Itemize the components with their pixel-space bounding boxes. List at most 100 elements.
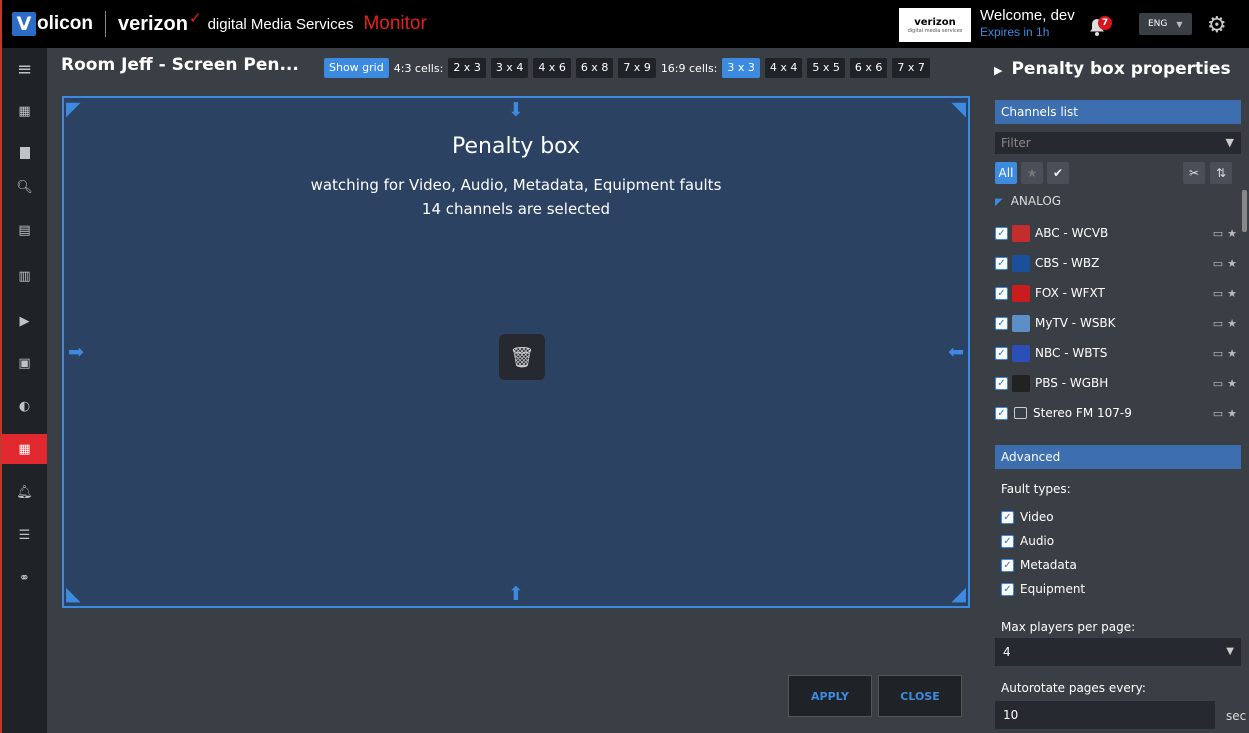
- voicemail-icon[interactable]: ⚭: [2, 563, 47, 593]
- cells-43-button[interactable]: 7 x 9: [618, 58, 656, 78]
- multiviewer-icon[interactable]: ▣: [2, 348, 47, 378]
- selected-check-icon[interactable]: ✔: [1047, 162, 1069, 184]
- fault-audio-checkbox[interactable]: ✓ Audio: [1001, 534, 1054, 548]
- apply-button[interactable]: APPLY: [788, 675, 872, 717]
- channel-row[interactable]: ✓ PBS - WGBH ▭ ★: [995, 371, 1241, 395]
- resize-right-icon[interactable]: ⬅: [948, 343, 964, 362]
- favorite-star-icon[interactable]: ★: [1227, 257, 1237, 270]
- fault-type-label: Audio: [1020, 534, 1055, 548]
- fault-metadata-checkbox[interactable]: ✓ Metadata: [1001, 558, 1077, 572]
- fault-equipment-checkbox[interactable]: ✓ Equipment: [1001, 582, 1085, 596]
- penalty-box-subtitle: watching for Video, Audio, Metadata, Equ…: [310, 176, 722, 194]
- panel-title-text: Penalty box properties: [1011, 59, 1231, 79]
- user-menu[interactable]: Welcome, dev Expires in 1h: [980, 8, 1075, 40]
- channel-list-scrollbar[interactable]: [1242, 190, 1247, 232]
- gradient-icon[interactable]: ▥: [2, 261, 47, 291]
- chevron-down-icon: ▼: [1176, 19, 1183, 29]
- film-icon[interactable]: ▦: [2, 96, 47, 126]
- channels-list-header[interactable]: Channels list: [995, 100, 1241, 124]
- resize-top-left-icon[interactable]: ◤: [66, 100, 81, 119]
- resize-bottom-left-icon[interactable]: ◣: [66, 585, 81, 604]
- menu-hamburger-icon[interactable]: ≡: [2, 54, 47, 84]
- verizon-brand: verizon: [117, 12, 188, 35]
- delete-trash-icon[interactable]: 🗑︎: [499, 334, 545, 380]
- checkbox-check-icon: ✓: [1001, 510, 1014, 524]
- channel-row[interactable]: ✓ Stereo FM 107-9 ▭ ★: [995, 401, 1241, 425]
- close-button[interactable]: CLOSE: [878, 675, 962, 717]
- channel-badge-icon: ▭: [1212, 286, 1224, 300]
- channel-logo-icon: [1012, 224, 1030, 242]
- language-select[interactable]: ENG ▼: [1139, 13, 1192, 35]
- filter-funnel-icon[interactable]: ▼: [1226, 132, 1234, 154]
- channel-checkbox[interactable]: ✓: [995, 376, 1008, 390]
- autorotate-input[interactable]: 10: [995, 701, 1215, 729]
- channel-row[interactable]: ✓ FOX - WFXT ▭ ★: [995, 281, 1241, 305]
- resize-top-icon[interactable]: ⬇: [508, 101, 524, 120]
- penalty-box-cell[interactable]: Penalty box watching for Video, Audio, M…: [62, 96, 970, 608]
- autorotate-value: 10: [1003, 708, 1019, 722]
- app-window: V olicon verizon ✓ digital Media Service…: [0, 0, 1249, 733]
- favorite-star-icon[interactable]: ★: [1227, 347, 1237, 360]
- fault-video-checkbox[interactable]: ✓ Video: [1001, 510, 1054, 524]
- cells-169-button[interactable]: 3 x 3: [722, 58, 760, 78]
- table-grid-icon[interactable]: ▤: [2, 215, 47, 245]
- cells-169-button[interactable]: 4 x 4: [764, 58, 803, 78]
- channel-row[interactable]: ✓ ABC - WCVB ▭ ★: [995, 221, 1241, 245]
- favorite-star-icon[interactable]: ★: [1227, 317, 1237, 330]
- max-players-select[interactable]: 4 ▼: [995, 638, 1241, 666]
- fault-type-label: Equipment: [1020, 582, 1086, 596]
- channel-row[interactable]: ✓ CBS - WBZ ▭ ★: [995, 251, 1241, 275]
- grid-toolbar: Show grid 4:3 cells: 2 x 3 3 x 4 4 x 6 6…: [324, 58, 935, 78]
- sidebar: ≡ ▦ 🔍︎ ▤ ▥ ▶ ▣ ◐ ▦ 🔔︎ ☰ ⚭: [2, 48, 47, 733]
- resize-left-icon[interactable]: ➡: [68, 343, 84, 362]
- sort-icon[interactable]: ⇅: [1210, 162, 1232, 184]
- favorite-star-icon[interactable]: ★: [1227, 227, 1237, 240]
- channel-checkbox[interactable]: ✓: [995, 316, 1008, 330]
- notifications-count-badge: 7: [1098, 16, 1112, 30]
- penalty-box-grid-icon[interactable]: ▦: [2, 434, 47, 464]
- favorite-star-icon[interactable]: ★: [1227, 407, 1237, 420]
- cells-169-button[interactable]: 6 x 6: [849, 58, 888, 78]
- favorites-star-icon[interactable]: ★: [1021, 162, 1043, 184]
- channel-name: NBC - WBTS: [1035, 346, 1108, 360]
- channel-row[interactable]: ✓ NBC - WBTS ▭ ★: [995, 341, 1241, 365]
- channel-group-analog[interactable]: ◤ ANALOG: [995, 194, 1061, 208]
- favorite-star-icon[interactable]: ★: [1227, 287, 1237, 300]
- show-grid-button[interactable]: Show grid: [324, 58, 389, 78]
- resize-top-right-icon[interactable]: ◥: [951, 100, 966, 119]
- panel-title[interactable]: ▶ Penalty box properties: [994, 59, 1231, 79]
- cells-43-button[interactable]: 6 x 8: [575, 58, 614, 78]
- channel-checkbox[interactable]: ✓: [995, 406, 1008, 420]
- channel-badge-icon: ▭: [1212, 226, 1224, 240]
- favorite-star-icon[interactable]: ★: [1227, 377, 1237, 390]
- contrast-icon[interactable]: ◐: [2, 391, 47, 421]
- cells-169-button[interactable]: 7 x 7: [892, 58, 930, 78]
- video-file-icon[interactable]: ▶: [2, 306, 47, 336]
- select-tools-icon[interactable]: ✂: [1183, 162, 1205, 184]
- list-icon[interactable]: ☰: [2, 520, 47, 550]
- fault-types-label: Fault types:: [1001, 482, 1071, 496]
- channel-filter-input[interactable]: Filter ▼: [995, 132, 1241, 154]
- cells-43-button[interactable]: 2 x 3: [448, 58, 486, 78]
- fault-type-label: Metadata: [1020, 558, 1077, 572]
- channel-badge-icon: ▭: [1212, 256, 1224, 270]
- advanced-header[interactable]: Advanced: [995, 445, 1241, 469]
- bookmark-icon[interactable]: [2, 138, 47, 168]
- settings-gear-icon[interactable]: ⚙: [1207, 13, 1227, 38]
- channel-checkbox[interactable]: ✓: [995, 286, 1008, 300]
- room-title: Room Jeff - Screen Pen...: [61, 55, 299, 75]
- volicon-logo-mark: V: [12, 12, 36, 36]
- cells-169-button[interactable]: 5 x 5: [807, 58, 845, 78]
- resize-bottom-icon[interactable]: ⬆: [508, 585, 524, 604]
- search-icon[interactable]: 🔍︎: [2, 172, 47, 202]
- filter-all-button[interactable]: All: [995, 162, 1017, 184]
- channel-checkbox[interactable]: ✓: [995, 346, 1008, 360]
- resize-bottom-right-icon[interactable]: ◢: [951, 585, 966, 604]
- alerts-bell-icon[interactable]: 🔔︎: [2, 477, 47, 507]
- cells-43-button[interactable]: 3 x 4: [490, 58, 529, 78]
- cells-43-button[interactable]: 4 x 6: [533, 58, 571, 78]
- channel-checkbox[interactable]: ✓: [995, 226, 1008, 240]
- channel-checkbox[interactable]: ✓: [995, 256, 1008, 270]
- channel-logo-icon: [1012, 254, 1030, 272]
- channel-row[interactable]: ✓ MyTV - WSBK ▭ ★: [995, 311, 1241, 335]
